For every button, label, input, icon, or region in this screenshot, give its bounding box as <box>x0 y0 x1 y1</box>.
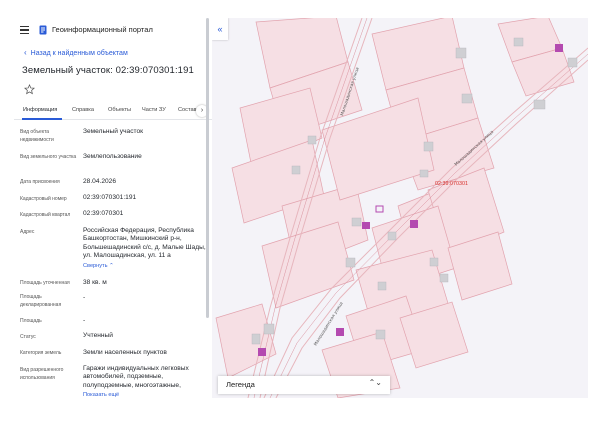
app-window: Геоинформационный портал ‹ Назад к найден… <box>0 0 600 424</box>
back-link-label: Назад к найденным объектам <box>30 50 128 57</box>
prop-label: Площадь <box>20 318 42 324</box>
prop-label: Категория земель <box>20 350 62 356</box>
building <box>567 57 578 68</box>
top-bar: Геоинформационный портал <box>14 24 212 38</box>
address-value: Российская Федерация, Республика Башкорт… <box>83 227 206 260</box>
selected-object <box>555 44 563 52</box>
chevron-left-icon: ‹ <box>24 48 27 57</box>
prop-label: Кадастровый номер <box>20 196 67 202</box>
prop-label: Площадь уточненная <box>20 280 70 286</box>
selected-object <box>362 222 370 229</box>
prop-value: - <box>83 317 86 324</box>
legend-select[interactable]: Легенда ⌃⌄ <box>218 376 390 394</box>
parcel <box>261 221 355 309</box>
status-value: Учтенный <box>83 332 113 339</box>
prop-label: Вид земельного участка <box>20 154 77 160</box>
building <box>533 99 546 110</box>
tab-bar: Информация Справка Объекты Части ЗУ Сост… <box>14 104 212 120</box>
building <box>345 257 356 268</box>
building <box>423 141 434 152</box>
selected-object <box>336 328 344 336</box>
prop-value: Землепользование <box>83 153 142 160</box>
building <box>375 329 386 340</box>
building <box>439 273 449 283</box>
building <box>419 169 429 178</box>
active-tab-indicator <box>22 118 62 120</box>
map-canvas: Малошадинская улица Малошадинская улица … <box>215 18 588 398</box>
prop-label: Статус <box>20 334 36 340</box>
prop-label: Вид объекта недвижимости <box>20 129 54 143</box>
show-more-link[interactable]: Показать ещё <box>83 392 119 398</box>
prop-value: 02:39:070301:191 <box>83 194 137 201</box>
prop-label: Кадастровый квартал <box>20 212 71 218</box>
prop-value: Земли населенных пунктов <box>83 349 167 356</box>
building <box>429 257 439 267</box>
app-title: Геоинформационный портал <box>52 25 153 34</box>
map-view[interactable]: Малошадинская улица Малошадинская улица … <box>212 18 588 398</box>
chevron-up-down-icon: ⌃⌄ <box>368 378 382 387</box>
page-title: Земельный участок: 02:39:070301:191 <box>22 65 194 76</box>
info-panel: Геоинформационный портал ‹ Назад к найден… <box>14 18 212 398</box>
selected-parcel-outline <box>375 205 384 213</box>
prop-value: - <box>83 294 86 301</box>
selected-object <box>410 220 418 228</box>
building <box>307 135 317 145</box>
building <box>455 47 467 59</box>
prop-value: Земельный участок <box>83 128 144 135</box>
tab-objects[interactable]: Объекты <box>108 107 131 113</box>
prop-value: 38 кв. м <box>83 279 107 286</box>
prop-label: Вид разрешенного использования <box>20 367 64 381</box>
building <box>513 37 524 47</box>
building <box>377 281 387 291</box>
building <box>351 217 362 227</box>
back-to-results-link[interactable]: ‹ Назад к найденным объектам <box>24 48 128 57</box>
prop-value: 28.04.2026 <box>83 178 117 185</box>
panel-scrollbar[interactable] <box>206 18 209 318</box>
prop-label: Площадь декларированная <box>20 294 62 308</box>
prop-value: Гаражи индивидуальных легковых автомобил… <box>83 365 189 389</box>
building <box>387 231 397 241</box>
building <box>291 165 301 175</box>
hamburger-icon[interactable] <box>20 26 29 34</box>
building <box>251 333 261 345</box>
prop-value: 02:39:070301 <box>83 210 124 217</box>
document-logo-icon <box>39 25 47 35</box>
favorite-star-icon[interactable] <box>24 84 35 95</box>
tab-composition[interactable]: Состав <box>178 107 197 113</box>
selected-object <box>258 348 266 356</box>
street-label: Малошадинская улица <box>313 301 344 347</box>
tab-reference[interactable]: Справка <box>72 107 94 113</box>
building <box>263 323 275 335</box>
legend-label: Легенда <box>226 380 255 389</box>
collapse-address-link[interactable]: Свернуть ⌃ <box>83 263 114 269</box>
prop-label: Адрес <box>20 229 35 235</box>
building <box>461 93 473 104</box>
tab-parts[interactable]: Части ЗУ <box>142 107 166 113</box>
prop-label: Дата присвоения <box>20 179 60 185</box>
tab-information[interactable]: Информация <box>23 107 57 113</box>
parcel-number-label: 02:39:070301 <box>435 181 468 187</box>
collapse-panel-button[interactable]: « <box>212 18 228 40</box>
